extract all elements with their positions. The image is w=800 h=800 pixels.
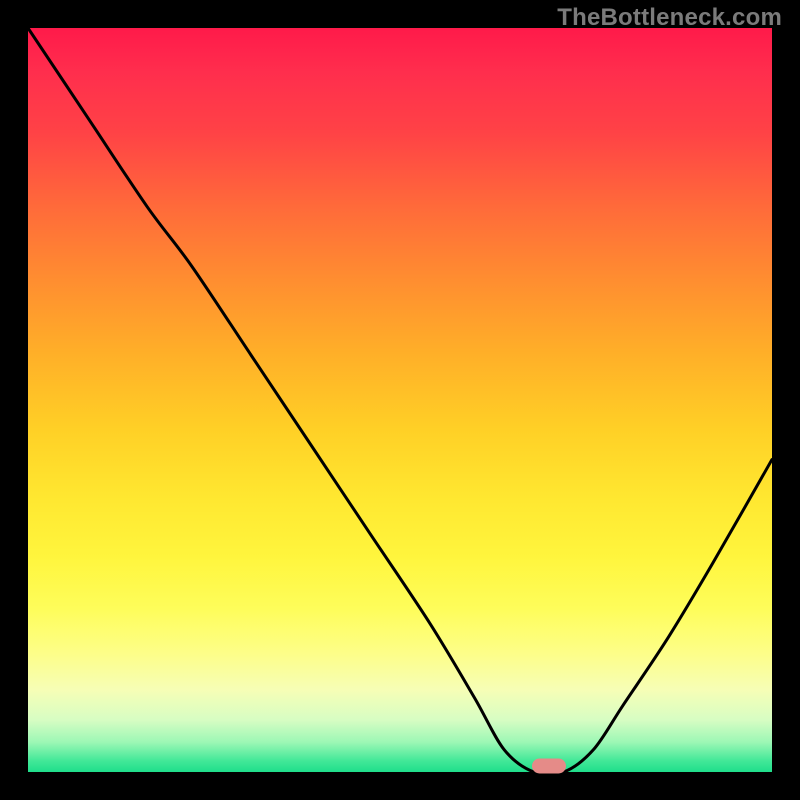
plot-area <box>28 28 772 772</box>
chart-frame: TheBottleneck.com <box>0 0 800 800</box>
curve-svg <box>28 28 772 772</box>
bottleneck-curve <box>28 28 772 772</box>
optimal-marker <box>532 759 566 774</box>
